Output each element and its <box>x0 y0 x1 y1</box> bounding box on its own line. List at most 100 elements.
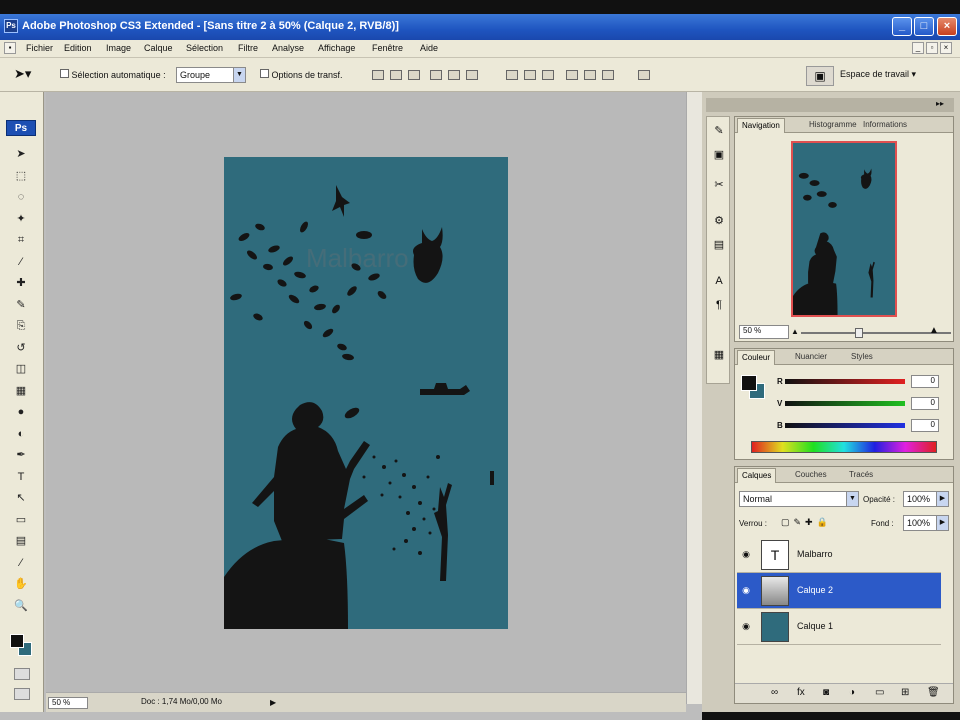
doc-minimize-button[interactable]: _ <box>912 42 924 54</box>
vertical-scrollbar[interactable] <box>686 92 702 704</box>
blend-mode-dropdown[interactable]: Normal ▼ <box>739 491 859 507</box>
menu-fenetre[interactable]: Fenêtre <box>372 43 403 53</box>
tab-histogram[interactable]: Histogramme <box>805 118 861 133</box>
zoom-out-icon[interactable]: ▲ <box>791 327 799 336</box>
fill-field[interactable]: 100% ▶ <box>903 515 949 531</box>
doc-restore-button[interactable]: ▫ <box>926 42 938 54</box>
layer-row-malbarro[interactable]: ◉ T Malbarro <box>737 537 941 573</box>
panel-well-icon[interactable]: ▣ <box>806 66 834 86</box>
eye-icon[interactable]: ◉ <box>741 585 751 595</box>
tab-nuancier[interactable]: Nuancier <box>791 350 831 365</box>
transform-controls-option[interactable]: Options de transf. <box>260 69 343 80</box>
align-vcenter-icon[interactable] <box>390 70 402 80</box>
tab-couleur[interactable]: Couleur <box>737 350 776 365</box>
actions-icon[interactable]: ⚙ <box>711 213 727 229</box>
eyedropper-icon[interactable]: ⁄ <box>12 254 30 270</box>
quick-mask-icon[interactable] <box>14 668 30 680</box>
clone-source-icon[interactable]: ✂ <box>711 177 727 193</box>
screen-mode-icon[interactable] <box>14 688 30 700</box>
menu-calque[interactable]: Calque <box>144 43 173 53</box>
color-spectrum-bar[interactable] <box>751 441 937 453</box>
auto-select-option[interactable]: Sélection automatique : <box>60 69 166 80</box>
align-bottom-icon[interactable] <box>408 70 420 80</box>
foreground-color-swatch[interactable] <box>10 634 24 648</box>
clone-icon[interactable]: ⎘ <box>12 318 30 334</box>
layer-row-calque-2[interactable]: ◉ Calque 2 <box>737 573 941 609</box>
tab-couches[interactable]: Couches <box>791 468 831 483</box>
eraser-icon[interactable]: ◫ <box>12 361 30 377</box>
menu-image[interactable]: Image <box>106 43 131 53</box>
menu-analyse[interactable]: Analyse <box>272 43 304 53</box>
tool-presets-icon[interactable]: ▣ <box>711 147 727 163</box>
eye-icon[interactable]: ◉ <box>741 621 751 631</box>
fx-icon[interactable]: fx <box>797 687 805 698</box>
menu-affichage[interactable]: Affichage <box>318 43 355 53</box>
character-icon[interactable]: A <box>711 273 727 289</box>
paragraph-icon[interactable]: ¶ <box>711 297 727 313</box>
layer-row-calque-1[interactable]: ◉ Calque 1 <box>737 609 941 645</box>
adjustment-icon[interactable]: ◑ <box>849 687 855 698</box>
menu-fichier[interactable]: Fichier <box>26 43 53 53</box>
zoom-icon[interactable]: 🔍 <box>12 598 30 614</box>
lock-options-icon[interactable]: ▢✎✚🔒 <box>781 517 832 528</box>
align-hcenter-icon[interactable] <box>448 70 460 80</box>
doc-menu-icon[interactable]: ▪ <box>4 42 16 54</box>
mask-icon[interactable]: ◙ <box>823 687 829 698</box>
document-canvas[interactable]: Malbarro <box>224 157 508 629</box>
brushes-panel-icon[interactable]: ✎ <box>711 123 727 139</box>
navigator-thumbnail[interactable] <box>791 141 897 317</box>
status-menu-arrow-icon[interactable]: ▶ <box>270 698 276 707</box>
move-icon[interactable]: ➤ <box>12 146 30 162</box>
color-foreground-swatch[interactable] <box>741 375 757 391</box>
menu-filtre[interactable]: Filtre <box>238 43 258 53</box>
tab-navigation[interactable]: Navigation <box>737 118 785 133</box>
blur-icon[interactable]: ● <box>12 404 30 420</box>
navigator-zoom-field[interactable]: 50 % <box>739 325 789 339</box>
menu-selection[interactable]: Sélection <box>186 43 223 53</box>
new-layer-icon[interactable]: ⊞ <box>901 687 909 698</box>
menu-edition[interactable]: Edition <box>64 43 92 53</box>
distribute-hcenter-icon[interactable] <box>584 70 596 80</box>
tab-styles[interactable]: Styles <box>847 350 877 365</box>
pen-icon[interactable]: ✒ <box>12 447 30 463</box>
tab-traces[interactable]: Tracés <box>845 468 877 483</box>
maximize-button[interactable]: □ <box>914 17 934 36</box>
distribute-right-icon[interactable] <box>602 70 614 80</box>
menu-aide[interactable]: Aide <box>420 43 438 53</box>
channel-b-value[interactable]: 0 <box>911 419 939 432</box>
navigator-slider-thumb[interactable] <box>855 328 863 338</box>
distribute-top-icon[interactable] <box>506 70 518 80</box>
distribute-left-icon[interactable] <box>566 70 578 80</box>
crop-icon[interactable]: ⌗ <box>12 232 30 248</box>
dock-collapse-icon[interactable]: ▸▸ <box>936 99 944 108</box>
move-tool-preset-icon[interactable]: ➤▾ <box>14 66 31 82</box>
path-select-icon[interactable]: ↖ <box>12 490 30 506</box>
shape-icon[interactable]: ▭ <box>12 512 30 528</box>
minimize-button[interactable]: _ <box>892 17 912 36</box>
eye-icon[interactable]: ◉ <box>741 549 751 559</box>
link-icon[interactable]: ∞ <box>771 687 778 698</box>
group-icon[interactable]: ▭ <box>875 687 884 698</box>
channel-b-slider[interactable] <box>785 423 905 428</box>
align-top-icon[interactable] <box>372 70 384 80</box>
tab-info[interactable]: Informations <box>859 118 911 133</box>
type-icon[interactable]: T <box>12 469 30 485</box>
distribute-vcenter-icon[interactable] <box>524 70 536 80</box>
auto-align-icon[interactable] <box>638 70 650 80</box>
zoom-field[interactable]: 50 % <box>48 697 88 709</box>
distribute-bottom-icon[interactable] <box>542 70 554 80</box>
auto-select-dropdown[interactable]: Groupe ▼ <box>176 67 246 83</box>
opacity-field[interactable]: 100% ▶ <box>903 491 949 507</box>
align-left-icon[interactable] <box>430 70 442 80</box>
photoshop-logo-icon[interactable]: Ps <box>6 120 36 136</box>
hand-icon[interactable]: ✋ <box>12 576 30 592</box>
trash-icon[interactable]: 🗑 <box>927 687 940 698</box>
lasso-icon[interactable]: ◌ <box>12 189 30 205</box>
dodge-icon[interactable]: ◐ <box>12 426 30 442</box>
workspace-menu[interactable]: Espace de travail ▾ <box>840 69 916 80</box>
history-brush-icon[interactable]: ↺ <box>12 340 30 356</box>
history-icon[interactable]: ▤ <box>711 237 727 253</box>
close-button[interactable]: × <box>937 17 957 36</box>
magic-wand-icon[interactable]: ✦ <box>12 211 30 227</box>
channel-v-slider[interactable] <box>785 401 905 406</box>
